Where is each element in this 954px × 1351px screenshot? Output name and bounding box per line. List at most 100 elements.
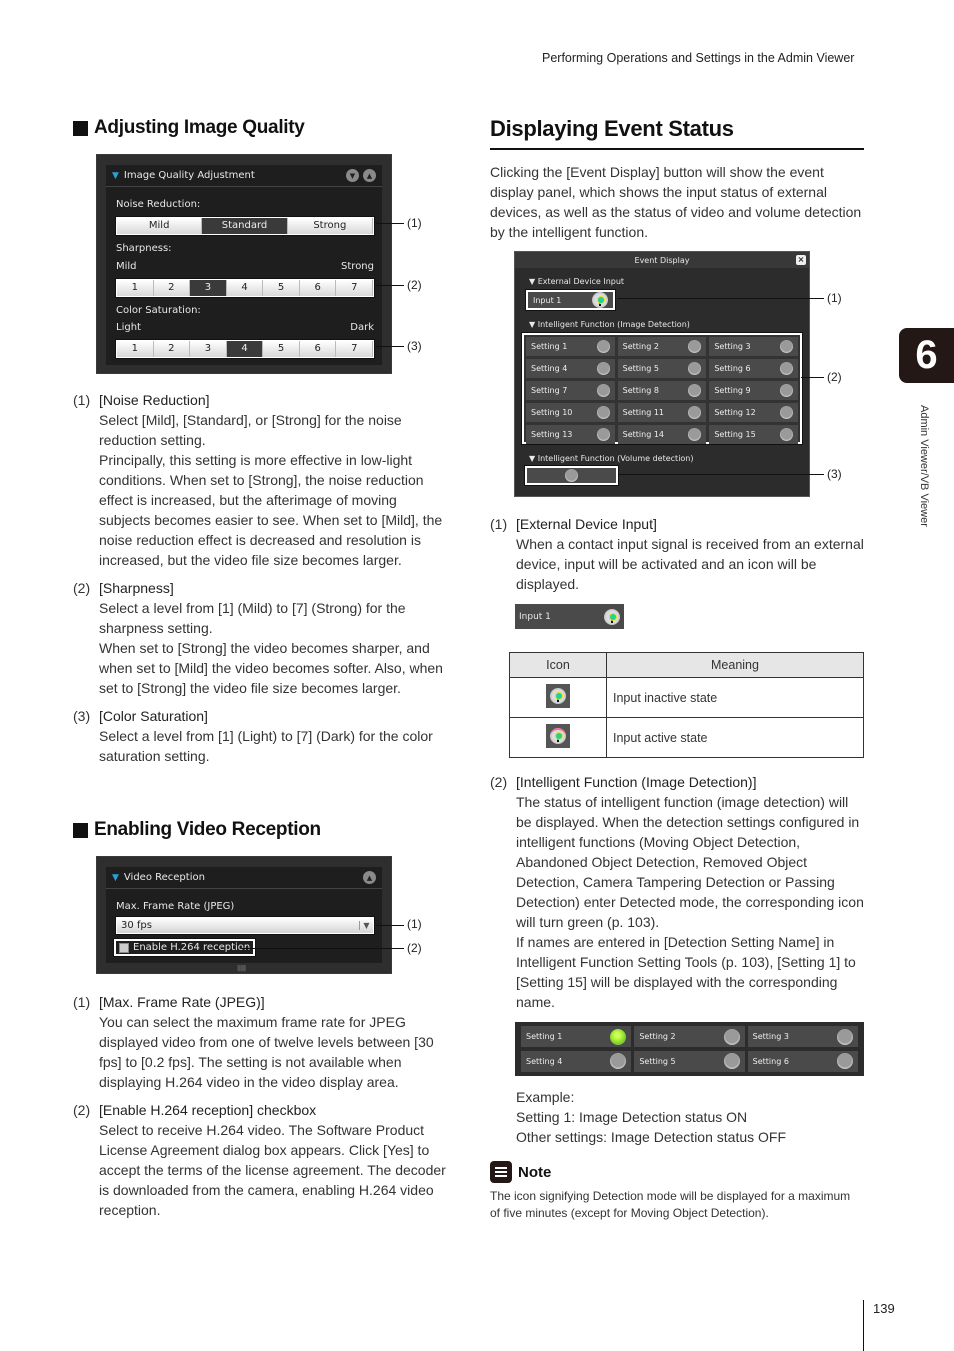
detection-setting-cell: Setting 10 xyxy=(526,403,615,422)
detection-on-icon xyxy=(610,1028,627,1045)
detection-setting-cell: Setting 4 xyxy=(526,359,615,378)
collapse-triangle-icon[interactable]: ▼ xyxy=(112,873,119,883)
callout-label: (3) xyxy=(407,339,422,353)
example-setting-cell: Setting 4 xyxy=(521,1050,632,1072)
item-title: [External Device Input] xyxy=(516,516,657,532)
color-level-1[interactable]: 1 xyxy=(117,341,154,357)
noise-option-standard[interactable]: Standard xyxy=(202,218,288,234)
triangle-icon[interactable]: ▼ xyxy=(529,277,535,286)
item-noise-reduction: (1) [Noise Reduction] Select [Mild], [Sta… xyxy=(73,390,448,570)
setting-label: Setting 2 xyxy=(622,342,659,351)
h264-checkbox[interactable] xyxy=(119,942,129,953)
page-number: 139 xyxy=(873,1301,895,1316)
example-setting-cell: Setting 2 xyxy=(634,1026,745,1047)
noise-option-mild[interactable]: Mild xyxy=(117,218,203,234)
setting-label: Setting 13 xyxy=(531,430,573,439)
volume-detection-header: ▼ Intelligent Function (Volume detection… xyxy=(529,454,694,463)
setting-label: Setting 1 xyxy=(531,342,568,351)
detection-off-icon xyxy=(837,1028,853,1045)
move-up-icon[interactable]: ▲ xyxy=(363,871,376,884)
callout-label: (3) xyxy=(827,467,842,481)
item-title: [Noise Reduction] xyxy=(99,392,210,408)
sharpness-level-4[interactable]: 4 xyxy=(226,280,264,296)
meaning-cell: Input active state xyxy=(606,717,864,758)
input-label: Input 1 xyxy=(519,611,551,622)
input-inactive-icon xyxy=(592,292,608,308)
detection-off-icon xyxy=(723,1053,740,1069)
color-level-4[interactable]: 4 xyxy=(226,341,264,357)
h264-checkbox-row[interactable]: Enable H.264 reception xyxy=(112,938,257,957)
note-header: Note xyxy=(490,1161,551,1183)
sharpness-level-1[interactable]: 1 xyxy=(117,280,154,296)
sharpness-level-2[interactable]: 2 xyxy=(153,280,191,296)
color-level-7[interactable]: 7 xyxy=(336,341,374,357)
detection-status-icon xyxy=(688,384,702,397)
close-icon[interactable]: × xyxy=(796,255,806,265)
detection-status-icon xyxy=(596,340,610,353)
setting-label: Setting 2 xyxy=(639,1032,676,1041)
section-heading-image-quality: Adjusting Image Quality xyxy=(73,117,305,139)
detection-setting-cell: Setting 11 xyxy=(617,403,707,422)
color-level-5[interactable]: 5 xyxy=(263,341,300,357)
triangle-icon[interactable]: ▼ xyxy=(529,320,535,329)
example-line: Setting 1: Image Detection status ON xyxy=(516,1109,748,1125)
example-settings-panel: Setting 1 Setting 2 Setting 3 Setting 4 Sett… xyxy=(515,1022,864,1076)
move-down-icon[interactable]: ▼ xyxy=(346,169,359,182)
setting-label: Setting 10 xyxy=(531,408,573,417)
color-level-3[interactable]: 3 xyxy=(190,341,227,357)
frame-rate-select[interactable]: 30 fps ▼ xyxy=(115,916,375,935)
input-1-indicator: Input 1 xyxy=(525,289,616,311)
detection-setting-cell: Setting 6 xyxy=(709,359,798,378)
item-title: [Max. Frame Rate (JPEG)] xyxy=(99,994,265,1010)
setting-label: Setting 6 xyxy=(714,364,751,373)
icon-cell xyxy=(509,677,607,718)
volume-detection-status-icon xyxy=(565,469,578,482)
section-title-event-status: Displaying Event Status xyxy=(490,116,864,150)
header-text: Intelligent Function (Image Detection) xyxy=(537,320,690,329)
triangle-icon[interactable]: ▼ xyxy=(529,454,535,463)
setting-label: Setting 14 xyxy=(622,430,665,439)
noise-option-strong[interactable]: Strong xyxy=(287,218,373,234)
column-header: Icon xyxy=(509,652,607,678)
callout-line xyxy=(376,925,404,926)
noise-reduction-selector: Mild Standard Strong xyxy=(115,216,375,236)
detection-status-icon xyxy=(688,406,702,419)
note-text: The icon signifying Detection mode will … xyxy=(490,1189,851,1220)
item-title: [Color Saturation] xyxy=(99,708,208,724)
example-line: Other settings: Image Detection status O… xyxy=(516,1129,786,1145)
section-heading-video-reception: Enabling Video Reception xyxy=(73,819,321,841)
item-h264: (2) [Enable H.264 reception] checkbox Sel… xyxy=(73,1100,448,1220)
panel-header: ▼ Video Reception ▲ xyxy=(106,867,382,889)
detection-off-icon xyxy=(837,1053,853,1069)
sharpness-level-7[interactable]: 7 xyxy=(336,280,374,296)
callout-label: (1) xyxy=(407,917,422,931)
detection-status-icon xyxy=(779,362,793,375)
table-row: Input active state xyxy=(509,717,864,758)
detection-setting-cell: Setting 1 xyxy=(526,337,615,356)
item-description: Select a level from [1] (Light) to [7] (… xyxy=(99,728,433,764)
sharpness-level-3[interactable]: 3 xyxy=(190,280,227,296)
setting-label: Setting 8 xyxy=(622,386,659,395)
running-head: Performing Operations and Settings in th… xyxy=(542,51,855,65)
sharpness-level-6[interactable]: 6 xyxy=(299,280,337,296)
detection-off-icon xyxy=(610,1053,627,1069)
video-reception-items: (1) [Max. Frame Rate (JPEG)] You can sele… xyxy=(73,992,448,1220)
detection-status-icon xyxy=(779,428,793,441)
item-title: [Sharpness] xyxy=(99,580,174,596)
sharpness-label: Sharpness: xyxy=(116,243,172,254)
dropdown-arrow-icon[interactable]: ▼ xyxy=(359,921,373,930)
color-level-6[interactable]: 6 xyxy=(299,341,337,357)
color-level-2[interactable]: 2 xyxy=(153,341,191,357)
h264-label: Enable H.264 reception xyxy=(133,942,251,953)
callout-line xyxy=(376,346,404,347)
collapse-triangle-icon[interactable]: ▼ xyxy=(112,171,119,181)
sharpness-level-5[interactable]: 5 xyxy=(263,280,300,296)
meaning-cell: Input inactive state xyxy=(606,677,864,718)
move-up-icon[interactable]: ▲ xyxy=(363,169,376,182)
detection-setting-cell: Setting 3 xyxy=(709,337,798,356)
example-setting-cell: Setting 5 xyxy=(634,1050,745,1072)
detection-setting-cell: Setting 2 xyxy=(617,337,707,356)
detection-status-icon xyxy=(596,428,610,441)
callout-label: (2) xyxy=(827,370,842,384)
resize-grip-icon[interactable]: |||||||| xyxy=(237,965,246,972)
